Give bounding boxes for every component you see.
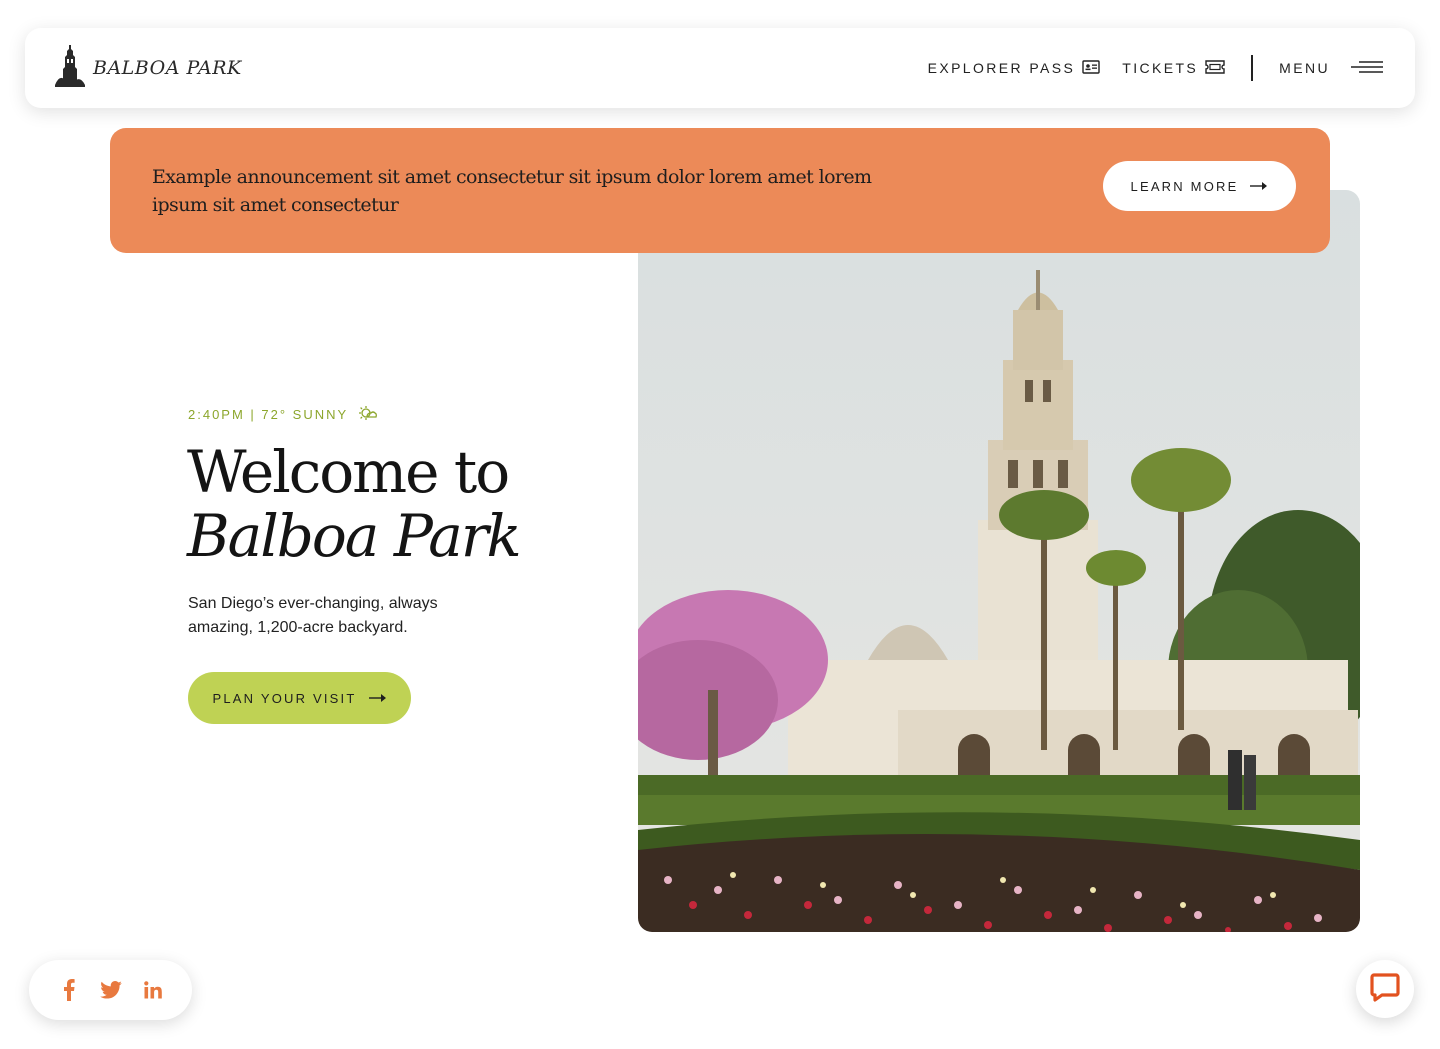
hamburger-icon [1351,60,1383,76]
announcement-text: Example announcement sit amet consectetu… [152,166,872,216]
learn-more-label: LEARN MORE [1130,178,1239,194]
plan-your-visit-label: PLAN YOUR VISIT [212,690,357,706]
logo-wordmark: BALBOA PARK [93,57,242,79]
explorer-pass-link[interactable]: EXPLORER PASS [927,59,1101,77]
tickets-label: TICKETS [1122,60,1199,76]
explorer-pass-label: EXPLORER PASS [927,60,1076,76]
hero-subtitle: San Diego’s ever-changing, always amazin… [188,595,438,636]
chat-bubble-icon [1370,972,1400,1007]
nav-divider [1251,55,1254,81]
site-header: BALBOA PARK EXPLORER PASS TICKETS MENU [25,28,1415,108]
main-nav: EXPLORER PASS TICKETS MENU [928,28,1383,108]
title-line-2: Balboa Park [187,502,522,570]
california-tower-logo-icon [55,44,85,92]
site-logo[interactable]: BALBOA PARK [55,44,242,92]
chat-button[interactable] [1356,960,1414,1018]
linkedin-icon[interactable] [142,979,164,1001]
twitter-icon[interactable] [99,979,122,1001]
menu-label: MENU [1279,60,1330,76]
page-title: Welcome to Balboa Park [187,440,607,568]
plan-your-visit-button[interactable]: PLAN YOUR VISIT [188,672,411,724]
sun-cloud-icon [358,405,378,424]
hero-image-california-tower [638,190,1360,932]
ticket-icon [1205,59,1225,77]
social-links [29,960,192,1020]
announcement-banner: Example announcement sit amet consectetu… [110,128,1330,253]
tickets-link[interactable]: TICKETS [1122,59,1225,77]
weather-text: 2:40PM | 72° SUNNY [188,407,349,422]
facebook-icon[interactable] [58,979,80,1001]
menu-button[interactable]: MENU [1279,60,1383,76]
title-line-1: Welcome to [187,438,510,506]
arrow-right-icon [368,691,387,706]
learn-more-button[interactable]: LEARN MORE [1103,161,1296,211]
weather-widget: 2:40PM | 72° SUNNY [188,405,378,424]
id-card-icon [1082,59,1100,77]
arrow-right-icon [1250,179,1268,194]
